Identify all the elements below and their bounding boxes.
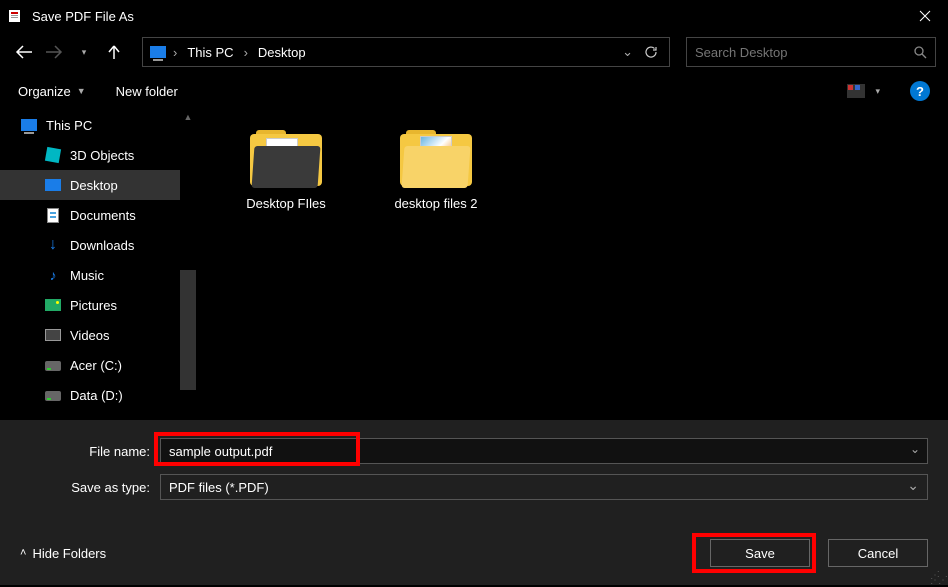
address-bar[interactable]: › This PC › Desktop ⌄ [142, 37, 670, 67]
title-bar: Save PDF File As [0, 0, 948, 32]
hide-folders-button[interactable]: ˄ Hide Folders [20, 546, 106, 561]
up-button[interactable] [102, 40, 126, 64]
resize-grip-icon[interactable]: ⋰⋰⋰ [930, 573, 946, 583]
document-icon [44, 207, 62, 223]
tree-item-3d-objects[interactable]: 3D Objects [0, 140, 196, 170]
app-icon [8, 8, 24, 24]
pictures-icon [44, 297, 62, 313]
tree-item-this-pc[interactable]: This PC [0, 110, 196, 140]
tree-label: Downloads [70, 238, 134, 253]
window-title: Save PDF File As [32, 9, 134, 24]
search-input[interactable] [695, 45, 913, 60]
save-label: Save [745, 546, 775, 561]
chevron-right-icon: › [173, 45, 177, 60]
folder-label: Desktop FIles [246, 196, 325, 213]
download-icon: ↓ [44, 237, 62, 253]
savetype-row: Save as type: PDF files (*.PDF) [20, 474, 928, 500]
tree-item-downloads[interactable]: ↓ Downloads [0, 230, 196, 260]
search-icon[interactable] [913, 45, 927, 59]
savetype-value: PDF files (*.PDF) [169, 480, 269, 495]
video-icon [44, 327, 62, 343]
organize-label: Organize [18, 84, 71, 99]
scroll-up-icon[interactable]: ▲ [180, 112, 196, 122]
folder-item[interactable]: Desktop FIles [226, 130, 346, 213]
history-chevron-icon[interactable]: ▾ [72, 40, 96, 64]
tree-item-music[interactable]: ♪ Music [0, 260, 196, 290]
pc-icon [149, 44, 167, 60]
savetype-label: Save as type: [20, 480, 160, 495]
tree-item-documents[interactable]: Documents [0, 200, 196, 230]
chevron-up-icon: ˄ [20, 547, 26, 559]
cancel-label: Cancel [858, 546, 898, 561]
folder-icon [250, 130, 322, 188]
nav-row: ▾ › This PC › Desktop ⌄ [0, 32, 948, 72]
tree-label: Videos [70, 328, 110, 343]
savetype-select[interactable]: PDF files (*.PDF) [160, 474, 928, 500]
new-folder-button[interactable]: New folder [116, 84, 178, 99]
tree-item-drive-c[interactable]: Acer (C:) [0, 350, 196, 380]
chevron-down-icon: ▼ [77, 86, 86, 96]
folder-label: desktop files 2 [394, 196, 477, 213]
filename-input[interactable] [160, 438, 928, 464]
organize-button[interactable]: Organize ▼ [18, 84, 86, 99]
address-dropdown-icon[interactable]: ⌄ [622, 44, 633, 60]
tree-label: 3D Objects [70, 148, 134, 163]
breadcrumb-this-pc[interactable]: This PC [183, 43, 237, 62]
footer-row: ˄ Hide Folders Save Cancel [20, 533, 928, 573]
hide-folders-label: Hide Folders [32, 546, 106, 561]
save-button[interactable]: Save [710, 539, 810, 567]
breadcrumb-desktop[interactable]: Desktop [254, 43, 310, 62]
back-button[interactable] [12, 40, 36, 64]
tree-label: Desktop [70, 178, 118, 193]
file-list-pane[interactable]: Desktop FIles desktop files 2 [196, 110, 948, 420]
tree-label: This PC [46, 118, 92, 133]
tree-scrollbar[interactable]: ▲ [180, 110, 196, 420]
folder-item[interactable]: desktop files 2 [376, 130, 496, 213]
filename-label: File name: [20, 444, 160, 459]
chevron-down-icon: ▾ [875, 86, 880, 97]
tree-label: Documents [70, 208, 136, 223]
help-button[interactable]: ? [910, 81, 930, 101]
tree-label: Acer (C:) [70, 358, 122, 373]
folder-icon [400, 130, 472, 188]
bottom-panel: File name: ⌄ Save as type: PDF files (*.… [0, 420, 948, 585]
music-icon: ♪ [44, 267, 62, 283]
filename-row: File name: ⌄ [20, 438, 928, 464]
main-area: This PC 3D Objects Desktop Documents ↓ D… [0, 110, 948, 420]
chevron-right-icon: › [244, 45, 248, 60]
cube-icon [44, 147, 62, 163]
cancel-button[interactable]: Cancel [828, 539, 928, 567]
pc-icon [20, 117, 38, 133]
desktop-icon [44, 177, 62, 193]
tree-item-videos[interactable]: Videos [0, 320, 196, 350]
tree-item-drive-d[interactable]: Data (D:) [0, 380, 196, 410]
drive-icon [44, 387, 62, 403]
view-options-button[interactable]: ▾ [847, 84, 880, 98]
tree-label: Data (D:) [70, 388, 123, 403]
view-grid-icon [847, 84, 865, 98]
navigation-tree: This PC 3D Objects Desktop Documents ↓ D… [0, 110, 196, 420]
tree-label: Music [70, 268, 104, 283]
refresh-button[interactable] [639, 40, 663, 64]
tree-item-pictures[interactable]: Pictures [0, 290, 196, 320]
tree-item-desktop[interactable]: Desktop [0, 170, 196, 200]
scroll-thumb[interactable] [180, 270, 196, 390]
chevron-down-icon[interactable]: ⌄ [910, 442, 920, 456]
forward-button[interactable] [42, 40, 66, 64]
search-box[interactable] [686, 37, 936, 67]
new-folder-label: New folder [116, 84, 178, 99]
drive-icon [44, 357, 62, 373]
close-button[interactable] [902, 0, 948, 32]
tree-label: Pictures [70, 298, 117, 313]
toolbar: Organize ▼ New folder ▾ ? [0, 72, 948, 110]
highlight-save: Save [692, 533, 816, 573]
